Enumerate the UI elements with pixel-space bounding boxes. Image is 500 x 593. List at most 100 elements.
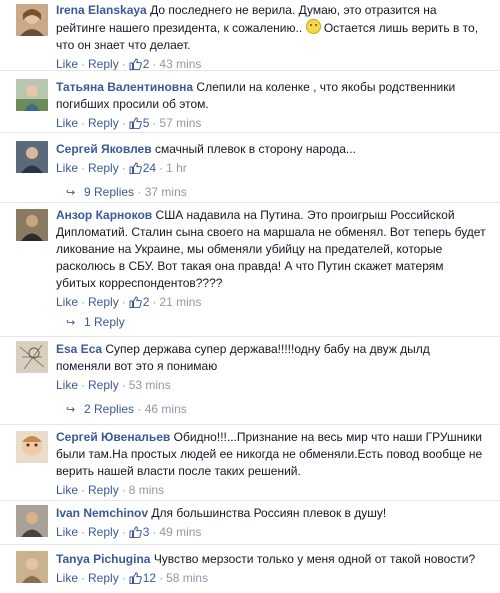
like-count[interactable]: 3	[129, 525, 149, 539]
timestamp[interactable]: 58 mins	[166, 571, 208, 585]
avatar[interactable]	[16, 79, 48, 111]
comment-text: Для большинства Россиян плевок в душу!	[151, 506, 387, 520]
reply-link[interactable]: Reply	[88, 378, 119, 392]
view-replies-link[interactable]: ↪ 9 Replies · 37 mins	[66, 184, 187, 202]
avatar[interactable]	[16, 551, 48, 583]
separator: ·	[81, 161, 86, 175]
like-count[interactable]: 5	[129, 116, 149, 130]
like-link[interactable]: Like	[56, 378, 78, 392]
comment: Татьяна Валентиновна Слепили на коленке …	[0, 70, 500, 133]
like-link[interactable]: Like	[56, 161, 78, 175]
reply-link[interactable]: Reply	[88, 525, 119, 539]
reply-link[interactable]: Reply	[88, 116, 119, 130]
comment: Сергей Ювенальев Обидно!!!...Признание н…	[0, 424, 500, 501]
thumbs-up-icon	[129, 572, 142, 584]
like-link[interactable]: Like	[56, 116, 78, 130]
timestamp[interactable]: 57 mins	[159, 116, 201, 130]
like-count[interactable]: 24	[129, 161, 156, 175]
separator: ·	[121, 378, 126, 392]
separator: ·	[137, 402, 142, 416]
comment-feed: Irena Elanskaya До последнего не верила.…	[0, 0, 500, 592]
separator: ·	[81, 116, 86, 130]
comment-actions: Like · Reply · 24 · 1 hr	[56, 160, 486, 177]
comment-author[interactable]: Tanya Pichugina	[56, 552, 150, 566]
comment-actions: Like · Reply · 8 mins	[56, 482, 486, 499]
like-link[interactable]: Like	[56, 571, 78, 585]
reply-link[interactable]: Reply	[88, 57, 119, 71]
like-link[interactable]: Like	[56, 295, 78, 309]
like-link[interactable]: Like	[56, 525, 78, 539]
avatar[interactable]	[16, 505, 48, 537]
separator: ·	[121, 525, 126, 539]
view-replies-link[interactable]: ↪ 1 Reply	[66, 314, 125, 332]
reply-arrow-icon: ↪	[66, 317, 76, 329]
timestamp[interactable]: 43 mins	[159, 57, 201, 71]
reply-link[interactable]: Reply	[88, 161, 119, 175]
like-count[interactable]: 2	[129, 57, 149, 71]
separator: ·	[121, 116, 126, 130]
view-replies-link[interactable]: ↪ 2 Replies · 46 mins	[66, 401, 187, 419]
comment-text: Супер держава супер держава!!!!!одну баб…	[56, 342, 430, 373]
thumbs-up-icon	[129, 117, 142, 129]
separator: ·	[81, 525, 86, 539]
timestamp[interactable]: 1 hr	[166, 161, 187, 175]
comment-actions: Like · Reply · 2 · 21 mins	[56, 294, 486, 311]
separator: ·	[152, 116, 157, 130]
comment: Esa Eca Супер держава супер держава!!!!!…	[0, 336, 500, 425]
thumbs-up-icon	[129, 526, 142, 538]
like-link[interactable]: Like	[56, 483, 78, 497]
avatar[interactable]	[16, 341, 48, 373]
avatar[interactable]	[16, 431, 48, 463]
thumbs-up-icon	[129, 58, 142, 70]
separator: ·	[137, 185, 142, 199]
timestamp[interactable]: 49 mins	[159, 525, 201, 539]
like-count-number: 24	[142, 161, 157, 175]
comment-author[interactable]: Irena Elanskaya	[56, 3, 147, 17]
comment: Анзор Карноков США надавила на Путина. Э…	[0, 202, 500, 337]
smiley-emoji-icon	[305, 19, 321, 34]
comment-author[interactable]: Сергей Яковлев	[56, 142, 152, 156]
separator: ·	[121, 295, 126, 309]
replies-time: 37 mins	[144, 185, 187, 199]
replies-time: 46 mins	[144, 402, 187, 416]
reply-link[interactable]: Reply	[88, 483, 119, 497]
like-count[interactable]: 12	[129, 571, 156, 585]
comment-author[interactable]: Татьяна Валентиновна	[56, 80, 193, 94]
avatar[interactable]	[16, 141, 48, 173]
separator: ·	[152, 57, 157, 71]
reply-arrow-icon: ↪	[66, 404, 76, 416]
timestamp[interactable]: 8 mins	[129, 483, 164, 497]
comment-actions: Like · Reply · 5 · 57 mins	[56, 115, 486, 132]
comment-author[interactable]: Сергей Ювенальев	[56, 430, 170, 444]
separator: ·	[81, 57, 86, 71]
comment-actions: Like · Reply · 53 mins	[56, 377, 486, 394]
timestamp[interactable]: 53 mins	[129, 378, 171, 392]
separator: ·	[81, 295, 86, 309]
separator: ·	[81, 483, 86, 497]
timestamp[interactable]: 21 mins	[159, 295, 201, 309]
comment: Irena Elanskaya До последнего не верила.…	[0, 0, 500, 71]
avatar[interactable]	[16, 4, 48, 36]
separator: ·	[159, 571, 164, 585]
like-count-number: 12	[142, 571, 157, 585]
comment-author[interactable]: Esa Eca	[56, 342, 102, 356]
separator: ·	[81, 378, 86, 392]
separator: ·	[121, 571, 126, 585]
separator: ·	[152, 295, 157, 309]
comment-actions: Like · Reply · 12 · 58 mins	[56, 570, 486, 587]
comment-text: смачный плевок в сторону народа...	[154, 142, 356, 156]
like-count[interactable]: 2	[129, 295, 149, 309]
comment-author[interactable]: Ivan Nemchinov	[56, 506, 148, 520]
avatar[interactable]	[16, 209, 48, 241]
reply-arrow-icon: ↪	[66, 187, 76, 199]
separator: ·	[152, 525, 157, 539]
reply-link[interactable]: Reply	[88, 571, 119, 585]
separator: ·	[81, 571, 86, 585]
thumbs-up-icon	[129, 296, 142, 308]
thumbs-up-icon	[129, 162, 142, 174]
replies-label: 9 Replies	[84, 185, 135, 199]
separator: ·	[121, 57, 126, 71]
reply-link[interactable]: Reply	[88, 295, 119, 309]
like-link[interactable]: Like	[56, 57, 78, 71]
comment-author[interactable]: Анзор Карноков	[56, 208, 152, 222]
